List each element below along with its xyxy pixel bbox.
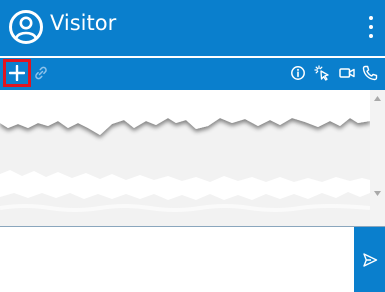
torn-paper-background [0, 90, 370, 226]
info-icon[interactable] [290, 65, 306, 81]
chat-toolbar [0, 58, 385, 90]
message-area[interactable] [0, 90, 385, 226]
cursor-click-icon[interactable] [314, 65, 330, 81]
message-input[interactable] [0, 228, 354, 292]
more-vertical-icon[interactable] [367, 16, 375, 38]
send-icon [362, 253, 377, 267]
scroll-down-icon[interactable] [373, 189, 382, 198]
add-icon [9, 65, 25, 81]
scrollbar[interactable] [370, 90, 385, 226]
link-icon[interactable] [33, 65, 49, 81]
send-button[interactable] [354, 227, 385, 292]
add-button[interactable] [3, 59, 31, 87]
page-title: Visitor [50, 11, 117, 35]
phone-icon[interactable] [362, 65, 378, 81]
user-circle-icon[interactable] [8, 9, 44, 45]
scroll-up-icon[interactable] [373, 94, 382, 103]
chat-header: Visitor [0, 0, 385, 56]
video-icon[interactable] [339, 65, 355, 81]
composer [0, 226, 385, 292]
